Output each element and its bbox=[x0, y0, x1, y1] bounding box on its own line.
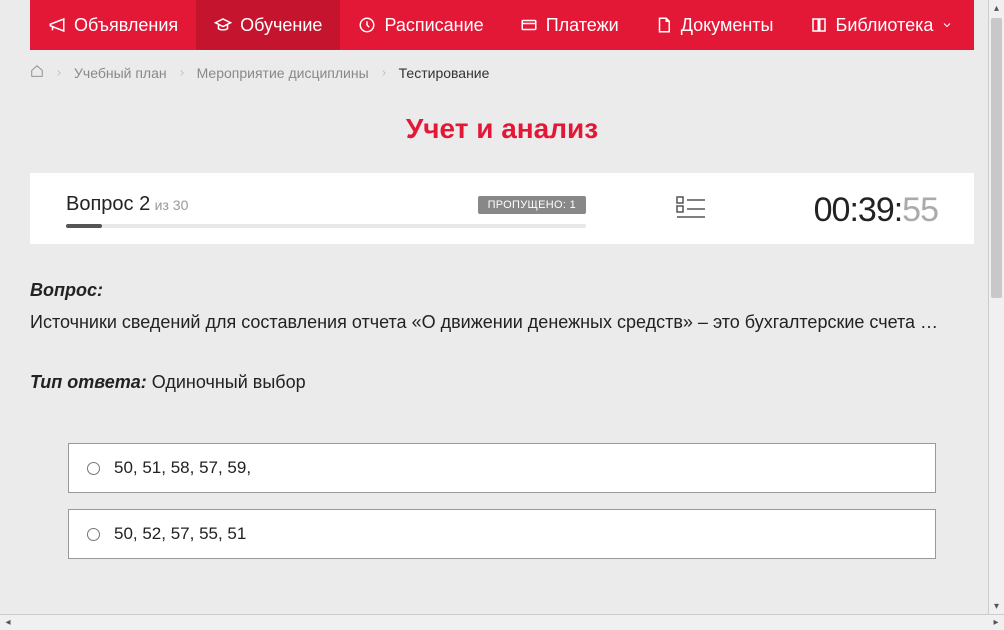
megaphone-icon bbox=[48, 16, 66, 34]
scroll-down-arrow-icon[interactable]: ▾ bbox=[989, 598, 1004, 614]
skipped-badge: ПРОПУЩЕНО: 1 bbox=[478, 196, 586, 214]
option-row[interactable]: 50, 51, 58, 57, 59, bbox=[68, 443, 936, 493]
answer-type-value: Одиночный выбор bbox=[152, 372, 306, 392]
timer: 00:39:55 bbox=[814, 191, 938, 230]
breadcrumb-link-plan[interactable]: Учебный план bbox=[74, 65, 167, 81]
nav-label: Обучение bbox=[240, 15, 322, 36]
question-body: Вопрос: Источники сведений для составлен… bbox=[0, 244, 1004, 559]
chevron-right-icon bbox=[379, 65, 389, 81]
question-heading: Вопрос: bbox=[30, 280, 974, 301]
options-area: 50, 51, 58, 57, 59, 50, 52, 57, 55, 51 bbox=[30, 443, 974, 559]
nav-library[interactable]: Библиотека bbox=[792, 0, 972, 50]
question-number: Вопрос 2 bbox=[66, 193, 150, 215]
chevron-right-icon bbox=[54, 65, 64, 81]
option-radio[interactable] bbox=[87, 528, 100, 541]
question-total: из 30 bbox=[155, 197, 189, 213]
progress-bar bbox=[66, 224, 586, 228]
nav-label: Расписание bbox=[384, 15, 483, 36]
scroll-left-arrow-icon[interactable]: ◂ bbox=[0, 615, 16, 630]
nav-label: Объявления bbox=[74, 15, 178, 36]
option-radio[interactable] bbox=[87, 462, 100, 475]
nav-label: Документы bbox=[681, 15, 774, 36]
option-text: 50, 51, 58, 57, 59, bbox=[114, 458, 251, 478]
graduation-icon bbox=[214, 16, 232, 34]
nav-learning[interactable]: Обучение bbox=[196, 0, 340, 50]
timer-main: 00:39: bbox=[814, 191, 903, 229]
document-icon bbox=[655, 16, 673, 34]
scroll-up-arrow-icon[interactable]: ▴ bbox=[989, 0, 1004, 16]
chevron-down-icon bbox=[941, 16, 953, 34]
question-list-icon[interactable] bbox=[676, 195, 706, 226]
payment-icon bbox=[520, 16, 538, 34]
chevron-right-icon bbox=[177, 65, 187, 81]
question-text: Источники сведений для составления отчет… bbox=[30, 309, 974, 336]
option-text: 50, 52, 57, 55, 51 bbox=[114, 524, 246, 544]
nav-schedule[interactable]: Расписание bbox=[340, 0, 501, 50]
breadcrumb-current: Тестирование bbox=[399, 65, 490, 81]
status-card: Вопрос 2 из 30 ПРОПУЩЕНО: 1 00:39:55 bbox=[30, 173, 974, 244]
scrollbar-track[interactable] bbox=[16, 617, 988, 629]
vertical-scrollbar[interactable]: ▴ ▾ bbox=[988, 0, 1004, 614]
progress-bar-fill bbox=[66, 224, 102, 228]
home-icon[interactable] bbox=[30, 64, 44, 81]
top-nav: Объявления Обучение Расписание Платежи Д… bbox=[30, 0, 974, 50]
scroll-right-arrow-icon[interactable]: ▸ bbox=[988, 615, 1004, 630]
book-icon bbox=[810, 16, 828, 34]
nav-label: Платежи bbox=[546, 15, 619, 36]
answer-type-row: Тип ответа: Одиночный выбор bbox=[30, 372, 974, 393]
horizontal-scrollbar[interactable]: ◂ ▸ bbox=[0, 614, 1004, 630]
breadcrumb-link-event[interactable]: Мероприятие дисциплины bbox=[197, 65, 369, 81]
option-row[interactable]: 50, 52, 57, 55, 51 bbox=[68, 509, 936, 559]
nav-payments[interactable]: Платежи bbox=[502, 0, 637, 50]
page-title: Учет и анализ bbox=[0, 113, 1004, 145]
nav-announcements[interactable]: Объявления bbox=[30, 0, 196, 50]
nav-documents[interactable]: Документы bbox=[637, 0, 792, 50]
breadcrumb: Учебный план Мероприятие дисциплины Тест… bbox=[0, 50, 1004, 95]
timer-seconds: 55 bbox=[902, 191, 938, 229]
question-counter: Вопрос 2 из 30 bbox=[66, 193, 188, 216]
nav-label: Библиотека bbox=[836, 15, 934, 36]
clock-icon bbox=[358, 16, 376, 34]
scrollbar-thumb[interactable] bbox=[991, 18, 1002, 298]
answer-type-label: Тип ответа: bbox=[30, 372, 147, 392]
